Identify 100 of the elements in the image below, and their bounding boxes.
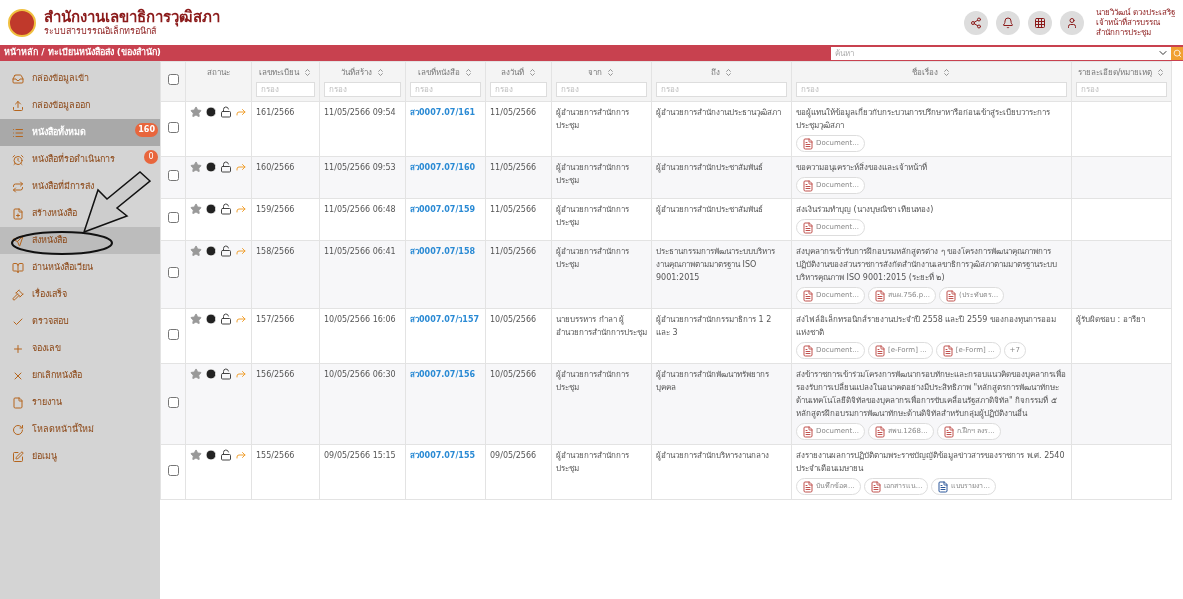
sort-icon[interactable] bbox=[606, 68, 615, 77]
forward-icon[interactable] bbox=[235, 106, 247, 118]
sidebar-item[interactable]: ส่งหนังสือ bbox=[0, 227, 160, 254]
star-icon[interactable] bbox=[190, 203, 202, 215]
column-header[interactable]: ชื่อเรื่อง bbox=[912, 66, 938, 79]
row-checkbox[interactable] bbox=[167, 121, 179, 133]
table-cell: ผู้อำนวยการสำนักการประชุม bbox=[551, 156, 652, 199]
row-checkbox[interactable] bbox=[167, 328, 179, 340]
document-link[interactable]: สว0007.07/159 bbox=[410, 205, 476, 214]
table-cell: ผู้อำนวยการสำนักประชาสัมพันธ์ bbox=[651, 198, 792, 241]
column-header[interactable]: เลขทะเบียน bbox=[259, 66, 299, 79]
forward-icon[interactable] bbox=[235, 449, 247, 461]
share-button[interactable] bbox=[964, 10, 989, 35]
sidebar-item[interactable]: ตรวจสอบ bbox=[0, 308, 160, 335]
sidebar-item[interactable]: หนังสือที่รอดำเนินการ 0 bbox=[0, 146, 160, 173]
forward-icon[interactable] bbox=[235, 313, 247, 325]
sidebar-item[interactable]: สร้างหนังสือ bbox=[0, 200, 160, 227]
sidebar-item[interactable]: รายงาน bbox=[0, 389, 160, 416]
sort-icon[interactable] bbox=[942, 68, 951, 77]
subject-text: ขอผู้แทนให้ข้อมูลเกี่ยวกับกระบวนการปรึกษาหารือก่อนเข้าสู่ระเบียบวาระการประชุมวุฒิสภา bbox=[796, 106, 1051, 132]
document-link[interactable]: สว0007.07/158 bbox=[410, 247, 476, 256]
pdf-file-icon bbox=[802, 425, 814, 438]
user-button[interactable] bbox=[1060, 10, 1085, 35]
search-button[interactable] bbox=[1171, 46, 1183, 60]
sort-icon[interactable] bbox=[527, 68, 537, 77]
column-header[interactable]: รายละเอียด/หมายเหตุ bbox=[1077, 66, 1153, 79]
breadcrumb: หน้าหลัก / ทะเบียนหนังสือส่ง (ของสำนัก) bbox=[3, 46, 161, 60]
sort-icon[interactable] bbox=[303, 68, 312, 77]
pdf-file-icon bbox=[802, 221, 814, 234]
sidebar-item[interactable]: กล่องข้อมูลเข้า bbox=[0, 65, 160, 92]
document-link[interactable]: สว0007.07/161 bbox=[410, 108, 476, 117]
star-icon[interactable] bbox=[190, 245, 202, 257]
sidebar-item[interactable]: หนังสือทั้งหมด 160 bbox=[0, 119, 160, 146]
sidebar-item[interactable]: จองเลข bbox=[0, 335, 160, 362]
column-header[interactable]: ลงวันที่ bbox=[500, 66, 524, 79]
sidebar-item[interactable]: หนังสือที่มีการส่ง bbox=[0, 173, 160, 200]
sort-icon[interactable] bbox=[1156, 68, 1166, 77]
sort-icon[interactable] bbox=[375, 68, 385, 77]
table-cell: 11/05/2566 09:53 bbox=[319, 156, 406, 199]
row-checkbox[interactable] bbox=[167, 267, 179, 278]
sidebar-item[interactable]: อ่านหนังสือเวียน bbox=[0, 254, 160, 281]
sidebar-item[interactable]: ยกเลิกหนังสือ bbox=[0, 362, 160, 389]
table-cell: ผู้อำนวยการสำนักการประชุม bbox=[551, 240, 652, 309]
table-cell: 161/2566 bbox=[251, 101, 320, 157]
table-cell: 155/2566 bbox=[251, 444, 320, 500]
table-cell: 09/05/2566 15:15 bbox=[319, 444, 406, 500]
notifications-button[interactable] bbox=[996, 10, 1021, 35]
sort-icon[interactable] bbox=[464, 68, 473, 77]
row-checkbox[interactable] bbox=[167, 170, 179, 181]
document-link[interactable]: สว0007.07/ว157 bbox=[410, 315, 480, 324]
table-cell: 158/2566 bbox=[251, 240, 320, 309]
document-icon bbox=[12, 396, 24, 409]
forward-icon[interactable] bbox=[235, 203, 247, 215]
unlock-icon bbox=[220, 245, 232, 257]
pdf-file-icon bbox=[802, 179, 814, 192]
clock-icon bbox=[205, 368, 217, 380]
star-icon[interactable] bbox=[190, 313, 202, 325]
sidebar-item[interactable]: กล่องข้อมูลออก bbox=[0, 92, 160, 119]
star-icon[interactable] bbox=[190, 106, 202, 118]
star-icon[interactable] bbox=[190, 161, 202, 173]
table-cell: ผู้อำนวยการสำนักการประชุม bbox=[551, 198, 652, 241]
star-icon[interactable] bbox=[190, 449, 202, 461]
document-link[interactable]: สว0007.07/156 bbox=[410, 370, 476, 379]
document-link[interactable]: สว0007.07/155 bbox=[410, 451, 476, 460]
count-badge: 0 bbox=[144, 150, 158, 164]
pdf-file-icon bbox=[873, 289, 886, 302]
apps-button[interactable] bbox=[1028, 10, 1053, 35]
sidebar-item[interactable]: เรื่องเสร็จ bbox=[0, 281, 160, 308]
row-checkbox[interactable] bbox=[167, 464, 179, 476]
upload-icon bbox=[12, 99, 24, 112]
forward-icon[interactable] bbox=[235, 161, 247, 173]
column-header[interactable]: วันที่สร้าง bbox=[340, 66, 372, 79]
unlock-icon bbox=[220, 368, 232, 380]
row-checkbox[interactable] bbox=[167, 396, 179, 408]
document-link[interactable]: สว0007.07/160 bbox=[410, 163, 476, 172]
column-header[interactable]: ถึง bbox=[710, 66, 720, 79]
select-all-checkbox[interactable] bbox=[167, 74, 179, 85]
table-cell: ผู้อำนวยการสำนักการประชุม bbox=[551, 363, 652, 445]
search-field[interactable]: ค้นหา bbox=[831, 46, 1157, 60]
column-header[interactable]: เลขที่หนังสือ bbox=[418, 66, 460, 79]
subject-text: ส่งรายงานผลการปฏิบัติตามพระราชบัญญัติข้อมูลข่าวสารของราชการ พ.ศ. 2540 ประจำเดือนเมษายน bbox=[796, 450, 1066, 475]
column-header[interactable]: จาก bbox=[588, 66, 602, 79]
forward-icon[interactable] bbox=[235, 245, 247, 257]
sidebar-item[interactable]: โหลดหน้านี้ใหม่ bbox=[0, 416, 160, 443]
table-cell: ผู้อำนวยการสำนักกรรมาธิการ 1 2 และ 3 bbox=[651, 308, 792, 364]
clock-icon bbox=[205, 245, 217, 257]
pdf-file-icon bbox=[941, 344, 954, 357]
pdf-file-icon bbox=[869, 480, 882, 493]
forward-icon[interactable] bbox=[235, 368, 247, 380]
row-checkbox[interactable] bbox=[167, 212, 179, 223]
clock-icon bbox=[205, 449, 217, 461]
share-icon bbox=[970, 16, 983, 29]
pdf-file-icon bbox=[944, 289, 957, 302]
sidebar-item[interactable]: ย่อเมนู bbox=[0, 443, 160, 470]
search-icon bbox=[1172, 48, 1182, 58]
grid-icon bbox=[1034, 16, 1047, 29]
sort-icon[interactable] bbox=[723, 68, 733, 77]
gavel-icon bbox=[12, 288, 24, 301]
star-icon[interactable] bbox=[190, 368, 202, 380]
clock-icon bbox=[205, 106, 217, 118]
